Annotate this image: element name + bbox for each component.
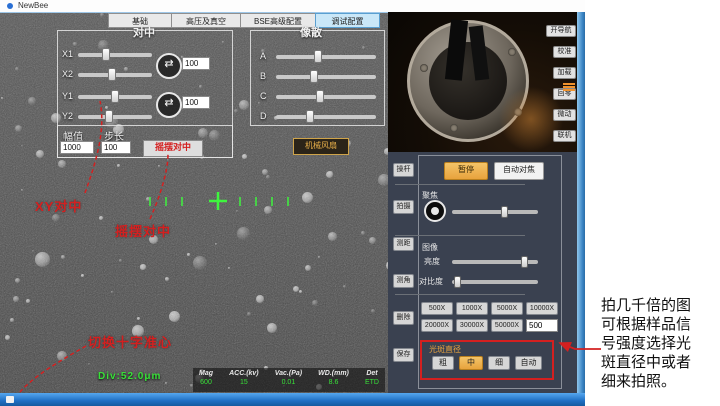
mag-button-5000x[interactable]: 5000X	[491, 302, 523, 315]
amplitude-input[interactable]	[60, 141, 94, 154]
stigmator-title: 像散	[300, 24, 322, 40]
focus-slider-thumb[interactable]	[501, 206, 508, 218]
tool-button-save[interactable]: 保存	[393, 348, 414, 362]
y-coil-value-input[interactable]	[182, 96, 210, 109]
stig-d-slider[interactable]	[276, 115, 376, 119]
status-col-acc: ACC.(kv)15	[229, 370, 259, 390]
stig-a-slider[interactable]	[276, 55, 376, 59]
edge-button-load[interactable]: 加载	[553, 67, 576, 79]
x2-slider[interactable]	[78, 73, 152, 77]
x1-label: X1	[62, 49, 73, 59]
brightness-slider-thumb[interactable]	[521, 256, 528, 268]
y1-slider-thumb[interactable]	[111, 90, 119, 103]
pause-button[interactable]: 暂停	[444, 162, 488, 180]
window-right-border	[577, 12, 585, 393]
stage-screw	[420, 64, 428, 72]
y2-slider[interactable]	[78, 115, 152, 119]
tool-button-angle[interactable]: 测角	[393, 274, 414, 288]
edge-button-online[interactable]: 联机	[553, 130, 576, 142]
mag-button-20000x[interactable]: 20000X	[421, 319, 453, 332]
menu-handle-icon[interactable]	[563, 83, 575, 93]
tab-debug-config[interactable]: 调试配置	[315, 13, 380, 28]
screen: NewBee 基础 高压及真空 BSE高级配置 调试配置 对中 X1 X2 Y1…	[0, 0, 720, 406]
tool-button-delete[interactable]: 删除	[393, 311, 414, 325]
stig-b-label: B	[260, 71, 266, 81]
x-coil-value-input[interactable]	[182, 57, 210, 70]
mag-button-10000x[interactable]: 10000X	[526, 302, 558, 315]
y2-label: Y2	[62, 111, 73, 121]
annotation-xy-centering: XY对中	[35, 196, 82, 215]
y1-label: Y1	[62, 91, 73, 101]
step-input[interactable]	[101, 141, 131, 154]
x1-slider[interactable]	[78, 53, 152, 57]
annotation-red-box	[420, 340, 554, 380]
status-col-det: DetETD	[365, 370, 379, 390]
tool-button-joystick[interactable]: 操杆	[393, 163, 414, 177]
status-col-wd: WD.(mm)8.6	[318, 370, 349, 390]
status-col-mag: Mag600	[199, 370, 213, 390]
y2-slider-thumb[interactable]	[105, 110, 113, 123]
brightness-label: 亮度	[424, 256, 440, 267]
mag-button-30000x[interactable]: 30000X	[456, 319, 488, 332]
control-panel: 操杆 拍摄 测距 测角 删除 保存 暂停 自动对焦 聚焦 图像 亮度 对比度 5…	[388, 152, 577, 393]
side-note: 拍几千倍的图 可根据样品信 号强度选择光 斑直径中或者 细来拍照。	[601, 297, 719, 392]
x2-slider-thumb[interactable]	[108, 68, 116, 81]
mechanical-fan-button[interactable]: 机械风扇	[293, 138, 349, 155]
status-col-vac: Vac.(Pa)0.01	[275, 370, 302, 390]
app-icon	[7, 3, 13, 9]
tool-button-capture[interactable]: 拍摄	[393, 200, 414, 214]
x1-slider-thumb[interactable]	[102, 48, 110, 61]
annotation-wobble-centering: 摇摆对中	[115, 221, 171, 240]
stig-c-label: C	[260, 91, 267, 101]
taskbar-start-icon[interactable]	[6, 396, 14, 403]
autofocus-button[interactable]: 自动对焦	[494, 162, 544, 180]
contrast-slider[interactable]	[452, 280, 538, 284]
mag-button-1000x[interactable]: 1000X	[456, 302, 488, 315]
tool-button-measure[interactable]: 测距	[393, 237, 414, 251]
window-title: NewBee	[18, 1, 48, 10]
y1-slider[interactable]	[78, 95, 152, 99]
contrast-slider-thumb[interactable]	[454, 276, 461, 288]
stig-b-thumb[interactable]	[310, 70, 318, 83]
y-wobble-swap-icon[interactable]: ⇄	[156, 92, 182, 118]
stig-a-thumb[interactable]	[314, 50, 322, 63]
brightness-slider[interactable]	[452, 260, 538, 264]
x-wobble-swap-icon[interactable]: ⇄	[156, 53, 182, 79]
image-section-label: 图像	[422, 242, 438, 253]
stig-a-label: A	[260, 51, 266, 61]
contrast-label: 对比度	[419, 276, 443, 287]
focus-slider[interactable]	[452, 210, 538, 214]
annotation-switch-crosshair: 切换十字准心	[88, 332, 172, 351]
div-scale-readout: Div:52.0μm	[98, 371, 161, 382]
edge-button-calibrate[interactable]: 校准	[553, 46, 576, 58]
taskbar[interactable]	[0, 393, 585, 406]
mag-button-50000x[interactable]: 50000X	[491, 319, 523, 332]
stage-face	[429, 42, 507, 120]
stig-c-thumb[interactable]	[316, 90, 324, 103]
edge-button-navigation[interactable]: 开导航	[546, 25, 576, 37]
x2-label: X2	[62, 69, 73, 79]
stig-d-label: D	[260, 111, 267, 121]
mag-button-500x[interactable]: 500X	[421, 302, 453, 315]
tab-hv-vacuum[interactable]: 高压及真空	[171, 13, 241, 28]
mag-value-input[interactable]	[526, 319, 558, 332]
stage-screw	[450, 124, 458, 132]
edge-button-jog[interactable]: 微动	[553, 109, 576, 121]
stig-d-thumb[interactable]	[306, 110, 314, 123]
focus-target-icon[interactable]	[424, 200, 446, 222]
stage-screw	[508, 48, 516, 56]
status-bar: Mag600 ACC.(kv)15 Vac.(Pa)0.01 WD.(mm)8.…	[193, 368, 385, 392]
stig-c-slider[interactable]	[276, 95, 376, 99]
stig-b-slider[interactable]	[276, 75, 376, 79]
centering-title: 对中	[133, 24, 155, 40]
wobble-centering-button[interactable]: 摇摆对中	[143, 140, 203, 157]
